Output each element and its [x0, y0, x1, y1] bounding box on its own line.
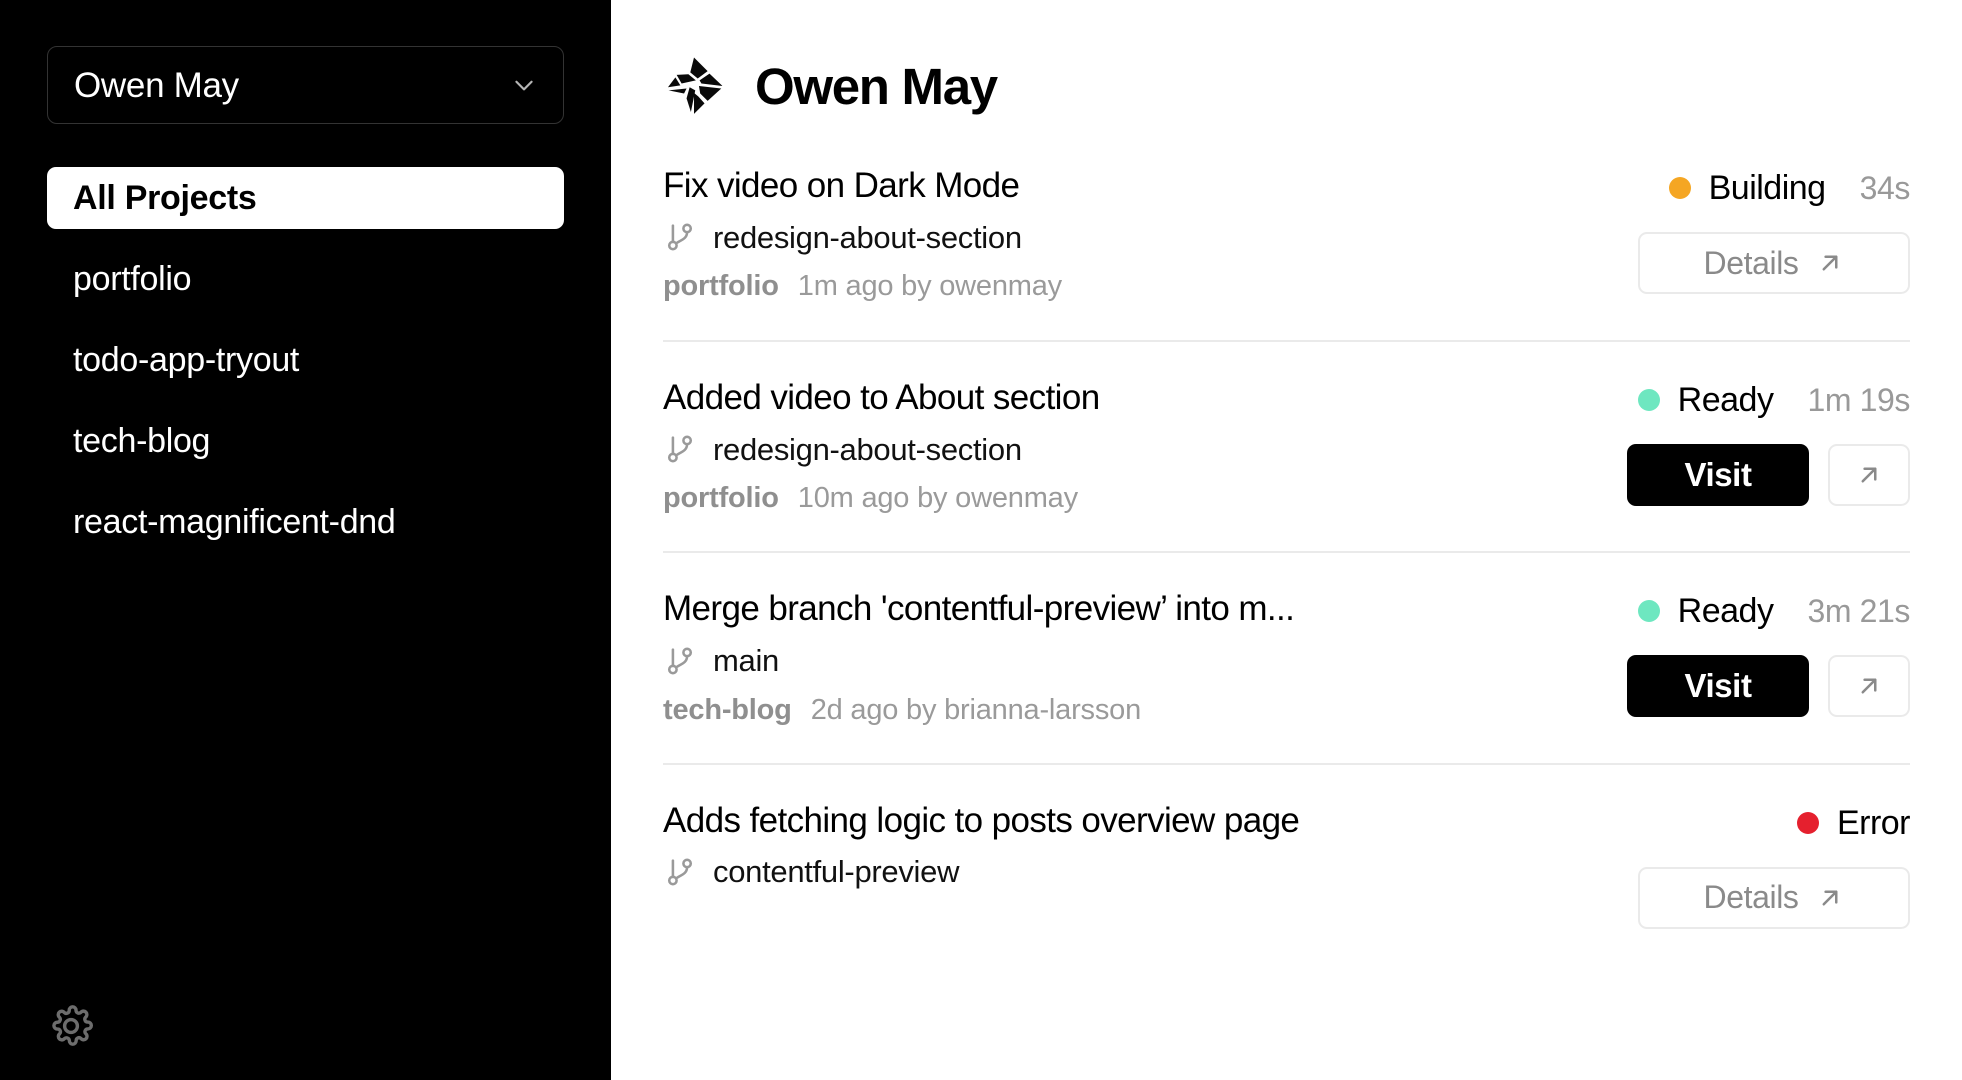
- sidebar-item-label: portfolio: [73, 260, 191, 299]
- sidebar-item-label: todo-app-tryout: [73, 341, 299, 380]
- status-dot-building: [1669, 177, 1691, 199]
- action-row: Visit: [1627, 444, 1910, 506]
- deployment-timestamp: 2d ago by brianna-larsson: [811, 694, 1141, 727]
- status-label: Error: [1837, 806, 1910, 840]
- deployment-meta: tech-blog 2d ago by brianna-larsson: [663, 694, 1597, 727]
- open-external-button[interactable]: [1828, 655, 1910, 717]
- sidebar-item-label: react-magnificent-dnd: [73, 503, 396, 542]
- branch-name: redesign-about-section: [713, 222, 1022, 253]
- deployment-actions: Error Details: [1638, 801, 1910, 929]
- branch-name: contentful-preview: [713, 856, 959, 887]
- deployment-row[interactable]: Merge branch 'contentful-preview’ into m…: [663, 551, 1910, 762]
- open-external-button[interactable]: [1828, 444, 1910, 506]
- details-button-label: Details: [1703, 245, 1798, 282]
- details-button-label: Details: [1703, 879, 1798, 916]
- action-row: Details: [1638, 232, 1910, 294]
- deployment-info: Merge branch 'contentful-preview’ into m…: [663, 589, 1627, 726]
- deployment-branch: redesign-about-section: [663, 432, 1597, 466]
- action-row: Details: [1638, 867, 1910, 929]
- sidebar-footer: [47, 1002, 95, 1050]
- deployment-project[interactable]: portfolio: [663, 482, 779, 515]
- details-button[interactable]: Details: [1638, 232, 1910, 294]
- status-badge: Error: [1797, 801, 1910, 845]
- status-dot-error: [1797, 812, 1819, 834]
- deployment-title[interactable]: Fix video on Dark Mode: [663, 166, 1608, 206]
- arrow-up-right-icon: [1854, 671, 1884, 701]
- deployment-row[interactable]: Adds fetching logic to posts overview pa…: [663, 763, 1910, 965]
- visit-button-label: Visit: [1684, 456, 1751, 494]
- action-row: Visit: [1627, 655, 1910, 717]
- arrow-up-right-icon: [1854, 460, 1884, 490]
- deployment-project[interactable]: tech-blog: [663, 694, 792, 727]
- git-branch-icon: [663, 644, 697, 678]
- deployment-meta: portfolio 1m ago by owenmay: [663, 270, 1608, 303]
- status-badge: Ready 3m 21s: [1638, 589, 1910, 633]
- sidebar-item-label: All Projects: [73, 179, 256, 218]
- deployment-actions: Building 34s Details: [1638, 166, 1910, 294]
- arrow-up-right-icon: [1815, 248, 1845, 278]
- visit-button[interactable]: Visit: [1627, 655, 1809, 717]
- sidebar: Owen May All Projects portfolio todo-app…: [0, 0, 611, 1080]
- status-duration: 1m 19s: [1807, 384, 1910, 416]
- deployment-row[interactable]: Fix video on Dark Mode redesign-about-se…: [663, 144, 1910, 340]
- deployment-actions: Ready 1m 19s Visit: [1627, 378, 1910, 506]
- status-dot-ready: [1638, 600, 1660, 622]
- details-button[interactable]: Details: [1638, 867, 1910, 929]
- status-duration: 34s: [1860, 172, 1910, 204]
- status-badge: Ready 1m 19s: [1638, 378, 1910, 422]
- deployment-info: Added video to About section redesign-ab…: [663, 378, 1627, 515]
- status-label: Building: [1709, 171, 1826, 205]
- git-branch-icon: [663, 220, 697, 254]
- shattered-diamond-logo-icon: [663, 55, 725, 117]
- arrow-up-right-icon: [1815, 883, 1845, 913]
- branch-name: redesign-about-section: [713, 434, 1022, 465]
- visit-button-label: Visit: [1684, 667, 1751, 705]
- deployment-info: Adds fetching logic to posts overview pa…: [663, 801, 1638, 889]
- deployment-branch: contentful-preview: [663, 855, 1608, 889]
- status-badge: Building 34s: [1669, 166, 1910, 210]
- deployment-info: Fix video on Dark Mode redesign-about-se…: [663, 166, 1638, 303]
- sidebar-item-react-magnificent-dnd[interactable]: react-magnificent-dnd: [47, 491, 564, 553]
- deployment-title[interactable]: Adds fetching logic to posts overview pa…: [663, 801, 1608, 841]
- deployment-meta: portfolio 10m ago by owenmay: [663, 482, 1597, 515]
- sidebar-item-portfolio[interactable]: portfolio: [47, 248, 564, 310]
- deployment-timestamp: 10m ago by owenmay: [798, 482, 1078, 515]
- gear-icon[interactable]: [47, 1002, 95, 1050]
- chevron-down-icon: [511, 72, 537, 98]
- visit-button[interactable]: Visit: [1627, 444, 1809, 506]
- team-switcher-label: Owen May: [74, 68, 239, 103]
- deployment-branch: main: [663, 644, 1597, 678]
- sidebar-item-todo-app-tryout[interactable]: todo-app-tryout: [47, 329, 564, 391]
- deployment-branch: redesign-about-section: [663, 220, 1608, 254]
- sidebar-item-tech-blog[interactable]: tech-blog: [47, 410, 564, 472]
- deployment-project[interactable]: portfolio: [663, 270, 779, 303]
- status-dot-ready: [1638, 389, 1660, 411]
- deployment-timestamp: 1m ago by owenmay: [798, 270, 1062, 303]
- team-switcher[interactable]: Owen May: [47, 46, 564, 124]
- deployment-actions: Ready 3m 21s Visit: [1627, 589, 1910, 717]
- deployment-row[interactable]: Added video to About section redesign-ab…: [663, 340, 1910, 551]
- git-branch-icon: [663, 432, 697, 466]
- git-branch-icon: [663, 855, 697, 889]
- status-label: Ready: [1678, 594, 1774, 628]
- app-root: Owen May All Projects portfolio todo-app…: [0, 0, 1962, 1080]
- sidebar-nav: All Projects portfolio todo-app-tryout t…: [47, 167, 564, 553]
- deployment-title[interactable]: Added video to About section: [663, 378, 1597, 418]
- deployment-title[interactable]: Merge branch 'contentful-preview’ into m…: [663, 589, 1597, 629]
- deployment-list: Fix video on Dark Mode redesign-about-se…: [663, 144, 1910, 965]
- page-header: Owen May: [663, 0, 1910, 126]
- status-duration: 3m 21s: [1807, 595, 1910, 627]
- status-label: Ready: [1678, 383, 1774, 417]
- main-content: Owen May Fix video on Dark Mode redesign…: [611, 0, 1962, 1080]
- sidebar-item-all-projects[interactable]: All Projects: [47, 167, 564, 229]
- sidebar-item-label: tech-blog: [73, 422, 210, 461]
- page-title: Owen May: [755, 61, 997, 112]
- branch-name: main: [713, 645, 779, 676]
